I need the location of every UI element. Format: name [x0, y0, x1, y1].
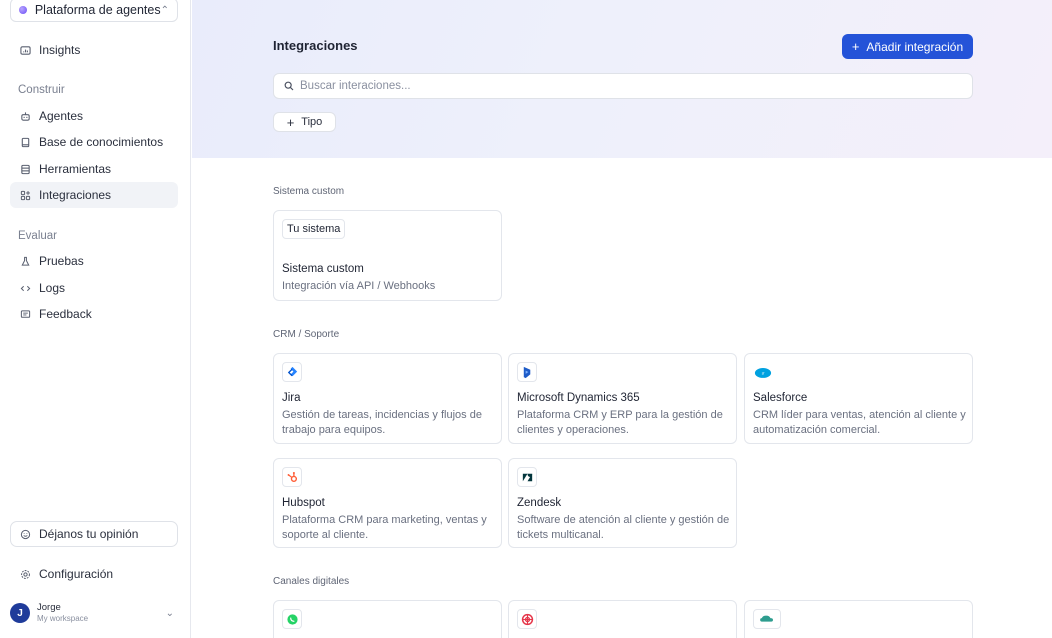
sidebar-item-label: Base de conocimientos	[39, 135, 164, 149]
sidebar-item-label: Pruebas	[39, 254, 84, 268]
search-bar	[273, 73, 973, 99]
integration-card-jira[interactable]: Jira Gestión de tareas, incidencias y fl…	[273, 353, 502, 444]
cloud-app-icon	[753, 609, 781, 629]
integration-card-channel[interactable]	[508, 600, 737, 638]
integration-card-salesforce[interactable]: sf Salesforce CRM líder para ventas, ate…	[744, 353, 973, 444]
group-label-crm: CRM / Soporte	[273, 329, 340, 340]
card-description: Plataforma CRM para marketing, ventas y …	[282, 514, 487, 541]
integration-card-whatsapp[interactable]	[273, 600, 502, 638]
add-integration-label: Añadir integración	[866, 39, 964, 54]
dynamics-icon	[517, 362, 537, 382]
card-description: Integración vía API / Webhooks	[282, 280, 436, 292]
card-title: Hubspot	[282, 497, 325, 509]
card-description: Plataforma CRM y ERP para la gestión de …	[517, 409, 723, 436]
salesforce-icon: sf	[753, 362, 773, 382]
workspace-name: Plataforma de agentes	[34, 3, 161, 17]
sidebar-item-tools[interactable]: Herramientas	[10, 156, 178, 182]
robot-icon	[18, 109, 32, 123]
sidebar-item-label: Integraciones	[39, 188, 112, 202]
integration-card-hubspot[interactable]: Hubspot Plataforma CRM para marketing, v…	[273, 458, 502, 548]
card-title: Jira	[282, 392, 301, 404]
integration-card-zendesk[interactable]: Zendesk Software de atención al cliente …	[508, 458, 737, 548]
leave-opinion-button[interactable]: Déjanos tu opinión	[10, 521, 178, 547]
plus-icon: +	[286, 114, 295, 130]
svg-text:sf: sf	[762, 371, 765, 375]
hubspot-icon	[282, 467, 302, 487]
sidebar-item-label: Feedback	[39, 307, 92, 321]
sidebar-item-label: Insights	[39, 43, 81, 57]
search-input[interactable]	[300, 80, 940, 92]
page-title: Integraciones	[273, 38, 358, 53]
code-icon	[18, 281, 32, 295]
sidebar-item-insights[interactable]: Insights	[10, 37, 178, 63]
card-description: CRM líder para ventas, atención al clien…	[753, 409, 966, 436]
sidebar-item-label: Agentes	[39, 109, 84, 123]
card-title: Sistema custom	[282, 263, 364, 275]
type-filter-button[interactable]: + Tipo	[273, 112, 336, 132]
type-filter-label: Tipo	[301, 116, 323, 128]
section-label-evaluate: Evaluar	[18, 230, 57, 242]
database-icon	[18, 162, 32, 176]
user-menu[interactable]: J Jorge My workspace ⌄	[10, 600, 178, 626]
sidebar-item-integrations[interactable]: Integraciones	[10, 182, 178, 208]
card-description: Gestión de tareas, incidencias y flujos …	[282, 409, 482, 436]
card-description: Software de atención al cliente y gestió…	[517, 514, 730, 541]
book-icon	[18, 135, 32, 149]
card-title: Salesforce	[753, 392, 808, 404]
integration-card-cloud[interactable]	[744, 600, 973, 638]
group-label-digital: Canales digitales	[273, 576, 350, 587]
sidebar-item-feedback[interactable]: Feedback	[10, 301, 178, 327]
integration-card-dynamics[interactable]: Microsoft Dynamics 365 Plataforma CRM y …	[508, 353, 737, 444]
sidebar-item-agents[interactable]: Agentes	[10, 103, 178, 129]
sidebar-item-settings[interactable]: Configuración	[10, 561, 178, 587]
gear-icon	[18, 567, 32, 581]
integration-card-custom[interactable]: Tu sistema Sistema custom Integración ví…	[273, 210, 502, 301]
your-system-chip: Tu sistema	[282, 219, 346, 239]
add-integration-button[interactable]: + Añadir integración	[842, 34, 973, 59]
workspace-logo-icon	[19, 6, 27, 14]
sidebar: Plataforma de agentes ⌃ Insights Constru…	[0, 0, 191, 638]
search-icon	[284, 81, 294, 91]
section-label-build: Construir	[18, 84, 65, 96]
lifebuoy-icon	[517, 609, 537, 629]
sidebar-item-tests[interactable]: Pruebas	[10, 248, 178, 274]
user-info: Jorge My workspace	[37, 602, 166, 624]
card-title: Zendesk	[517, 497, 562, 509]
smile-icon	[18, 527, 32, 541]
group-label-custom: Sistema custom	[273, 186, 345, 197]
sidebar-item-logs[interactable]: Logs	[10, 275, 178, 301]
plus-icon: +	[851, 39, 860, 54]
grid-plus-icon	[18, 188, 32, 202]
user-name: Jorge	[37, 602, 61, 613]
flask-icon	[18, 254, 32, 268]
chevron-updown-icon: ⌃	[160, 4, 169, 16]
chart-icon	[18, 43, 32, 57]
card-title: Microsoft Dynamics 365	[517, 392, 640, 404]
user-workspace: My workspace	[37, 614, 89, 623]
sidebar-item-label: Herramientas	[39, 162, 112, 176]
sidebar-item-label: Configuración	[39, 567, 114, 581]
whatsapp-icon	[282, 609, 302, 629]
sidebar-item-label: Logs	[39, 281, 66, 295]
workspace-switcher[interactable]: Plataforma de agentes ⌃	[10, 0, 178, 22]
message-icon	[18, 307, 32, 321]
avatar: J	[10, 603, 30, 623]
zendesk-icon	[517, 467, 537, 487]
sidebar-item-knowledge[interactable]: Base de conocimientos	[10, 129, 178, 155]
leave-opinion-label: Déjanos tu opinión	[39, 527, 139, 541]
jira-icon	[282, 362, 302, 382]
chevron-down-icon: ⌄	[165, 607, 174, 619]
